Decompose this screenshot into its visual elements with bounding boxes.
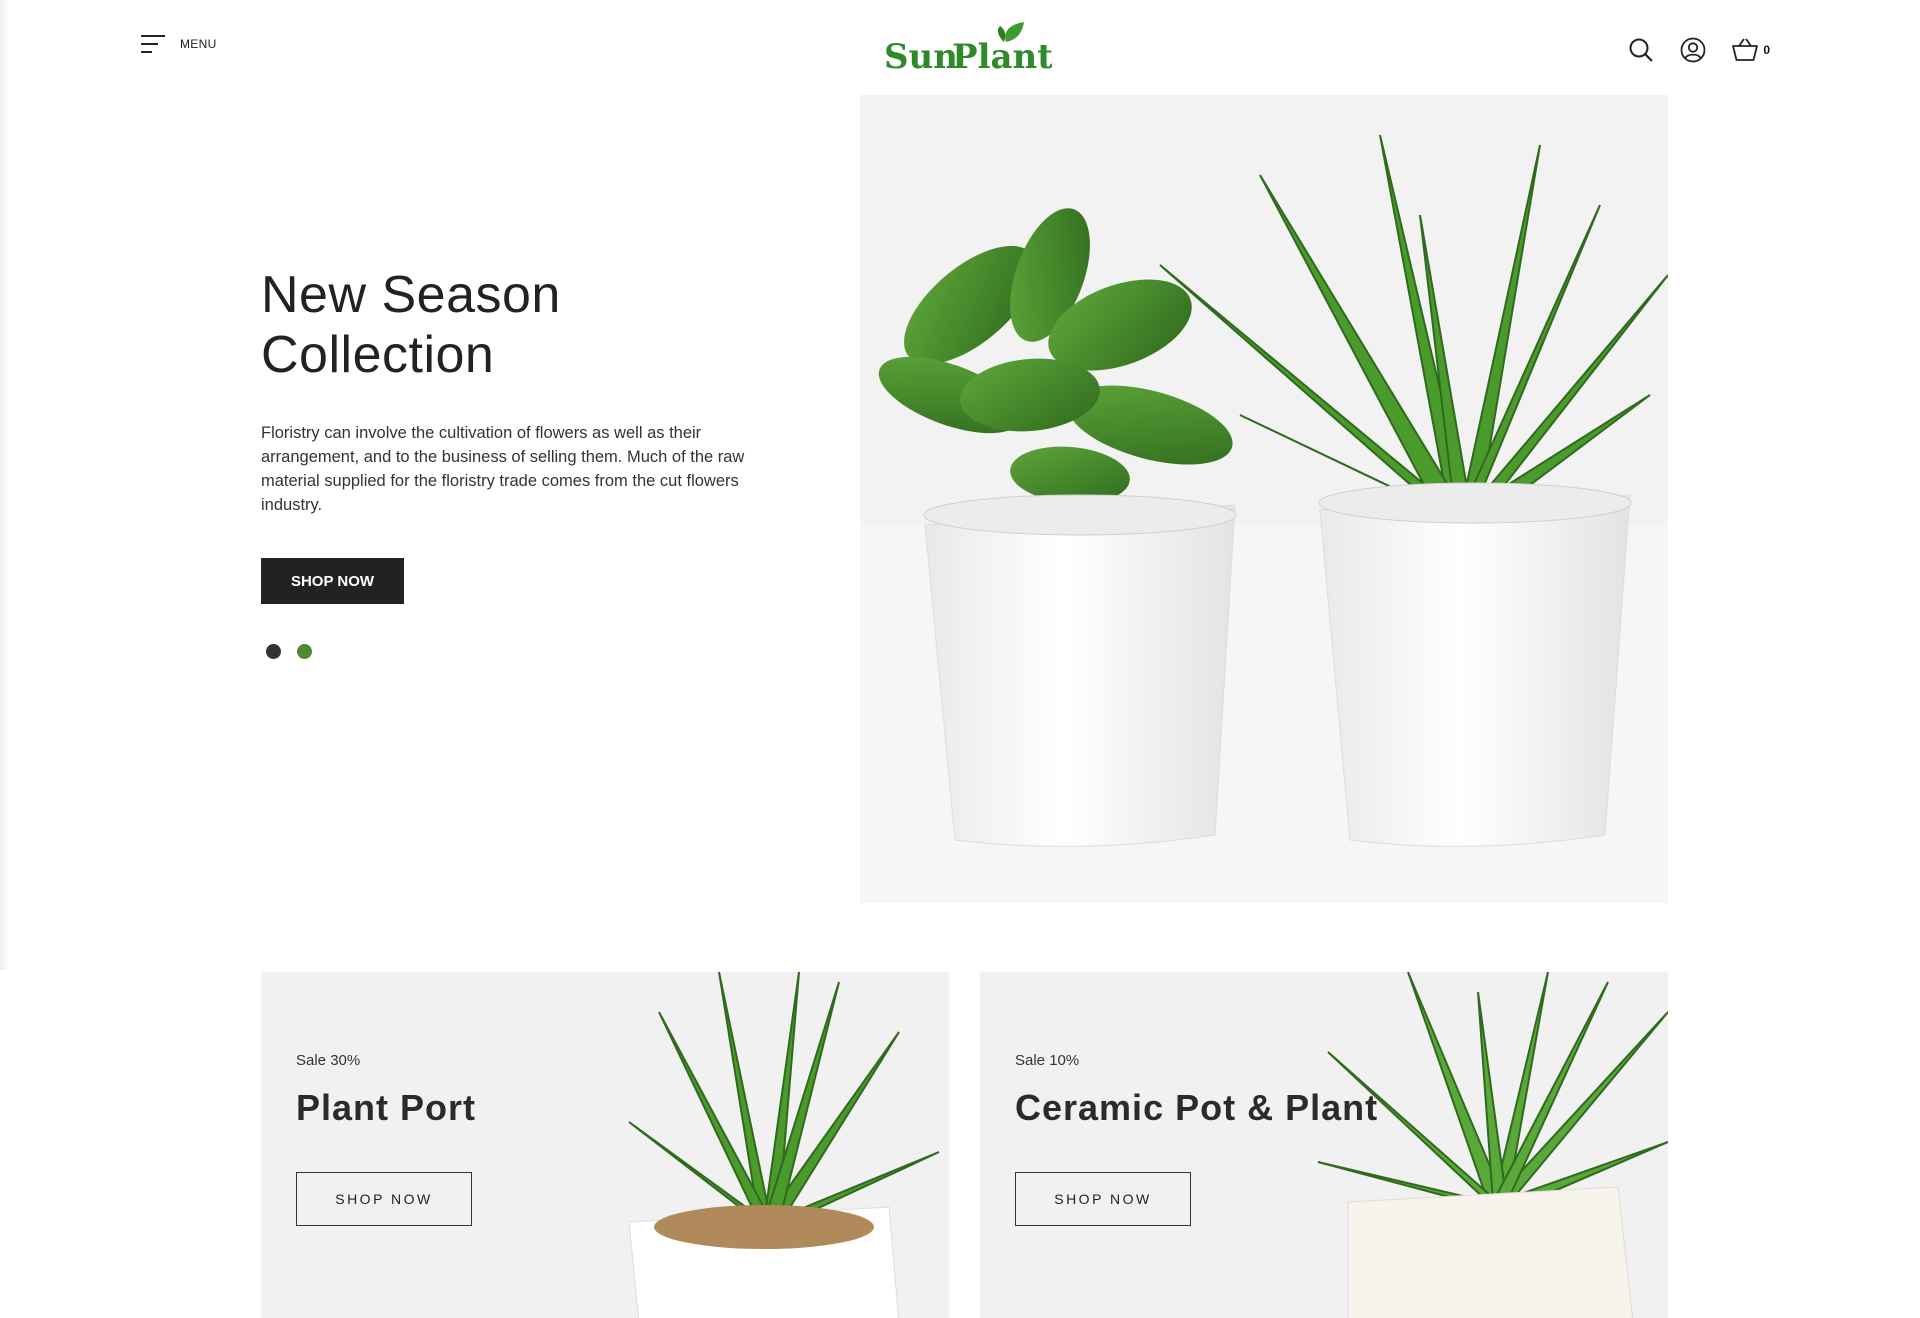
banner-shop-now-button[interactable]: SHOP NOW — [1015, 1172, 1191, 1226]
hero-title-line2: Collection — [261, 326, 495, 384]
cart-count: 0 — [1763, 43, 1770, 57]
hero-shop-now-button[interactable]: SHOP NOW — [261, 558, 404, 604]
hero-title-line1: New Season — [261, 266, 561, 324]
logo[interactable]: Sun Plant — [884, 20, 1053, 77]
left-pot — [924, 504, 1236, 847]
menu-label: MENU — [180, 37, 217, 51]
page: MENU Sun Plant 0 New Season Collection F… — [0, 0, 1920, 1318]
banner-ceramic-pot[interactable]: Sale 10% Ceramic Pot & Plant SHOP NOW — [980, 972, 1668, 1318]
menu-button[interactable]: MENU — [140, 34, 217, 54]
search-icon — [1629, 38, 1654, 62]
header-actions: 0 — [1627, 36, 1770, 64]
hero-plants-illustration — [860, 95, 1668, 903]
logo-mark: Sun Plant — [884, 22, 1053, 77]
hero-title: New Season Collection — [261, 265, 561, 385]
search-button[interactable] — [1627, 36, 1655, 64]
logo-text-sun: Sun — [884, 37, 958, 76]
cart-button[interactable]: 0 — [1731, 37, 1770, 63]
hero-image — [860, 95, 1668, 903]
cart-icon — [1732, 38, 1759, 61]
banner-ceramic-pot-image — [1288, 972, 1668, 1318]
logo-text-plant: Plant — [952, 37, 1052, 76]
menu-icon — [141, 35, 165, 53]
banner-plant-port[interactable]: Sale 30% Plant Port SHOP NOW — [261, 972, 949, 1318]
account-button[interactable] — [1679, 36, 1707, 64]
banner-shop-now-button[interactable]: SHOP NOW — [296, 1172, 472, 1226]
banner-plant-port-image — [569, 972, 949, 1318]
slider-dots — [266, 644, 312, 659]
hero-description: Floristry can involve the cultivation of… — [261, 424, 745, 514]
slider-dot-2[interactable] — [297, 644, 312, 659]
right-pot — [1319, 494, 1631, 847]
banner-title: Plant Port — [296, 1087, 477, 1128]
slider-dot-1[interactable] — [266, 644, 281, 659]
user-icon — [1680, 37, 1706, 63]
banner-title: Ceramic Pot & Plant — [1015, 1087, 1379, 1128]
side-shadow — [0, 0, 10, 970]
banner-sale-label: Sale 10% — [1015, 1052, 1080, 1069]
banner-sale-label: Sale 30% — [296, 1052, 361, 1069]
